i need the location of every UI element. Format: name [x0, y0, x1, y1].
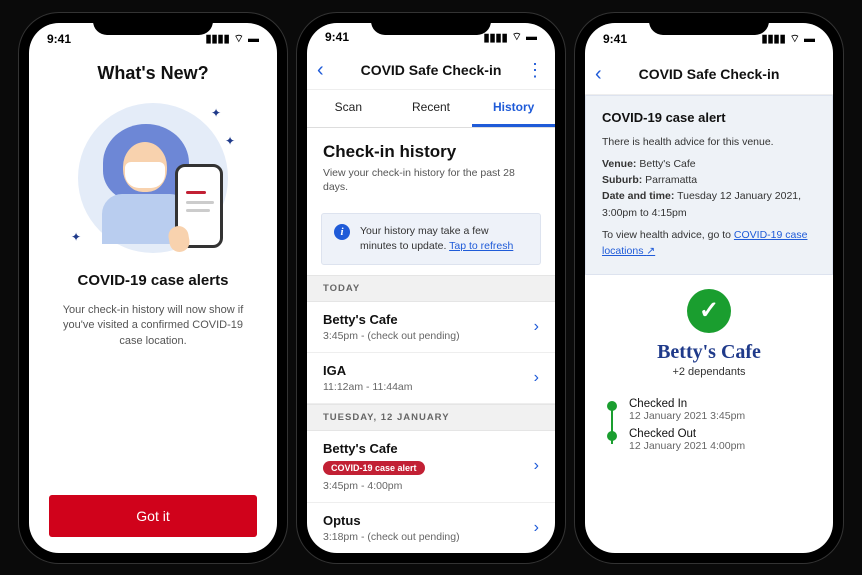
checkout-time: 12 January 2021 4:00pm: [629, 440, 745, 452]
back-button[interactable]: ‹: [317, 59, 324, 82]
star-icon: ✦: [225, 134, 235, 148]
history-subheading: View your check-in history for the past …: [323, 166, 539, 195]
history-header: Check-in history View your check-in hist…: [307, 128, 555, 203]
status-time: 9:41: [603, 32, 627, 46]
star-icon: ✦: [71, 230, 81, 244]
signal-icon: ▮▮▮▮: [205, 32, 229, 45]
alert-suburb: Parramatta: [645, 174, 697, 186]
battery-icon: ▬: [248, 33, 259, 45]
info-icon: i: [334, 224, 350, 240]
external-link-icon: ↗: [646, 245, 655, 257]
venue-name: Betty's Cafe: [323, 441, 425, 456]
wifi-icon: ⌔: [512, 30, 522, 44]
venue-time: 3:45pm - (check out pending): [323, 330, 460, 342]
alert-intro: There is health advice for this venue.: [602, 134, 816, 150]
history-row[interactable]: Optus 3:18pm - (check out pending) ›: [307, 503, 555, 553]
history-heading: Check-in history: [323, 142, 539, 162]
status-indicators: ▮▮▮▮ ⌔ ▬: [761, 32, 815, 46]
alert-venue: Betty's Cafe: [639, 158, 695, 170]
tab-bar: Scan Recent History: [307, 90, 555, 128]
illustration-person-mask-phone: ✦ ✦ ✦: [73, 98, 233, 258]
history-row-alert[interactable]: Betty's Cafe COVID-19 case alert 3:45pm …: [307, 431, 555, 503]
case-alert-panel: COVID-19 case alert There is health advi…: [585, 95, 833, 275]
wifi-icon: ⌔: [790, 32, 800, 46]
more-menu-icon[interactable]: ⋮: [526, 60, 543, 81]
chevron-right-icon: ›: [534, 457, 539, 475]
description: Your check-in history will now show if y…: [49, 303, 257, 351]
notch: [649, 13, 769, 35]
tab-scan[interactable]: Scan: [307, 90, 390, 127]
refresh-link[interactable]: Tap to refresh: [449, 240, 513, 252]
timeline-dot-icon: [607, 401, 617, 411]
nav-bar: ‹ COVID Safe Check-in ⋮: [307, 52, 555, 90]
battery-icon: ▬: [804, 33, 815, 45]
chevron-right-icon: ›: [534, 318, 539, 336]
signal-icon: ▮▮▮▮: [761, 32, 785, 45]
page-title: What's New?: [97, 63, 208, 84]
back-button[interactable]: ‹: [595, 63, 602, 86]
case-alert-badge: COVID-19 case alert: [323, 461, 425, 475]
phone-case-alert: 9:41 ▮▮▮▮ ⌔ ▬ ‹ COVID Safe Check-in COVI…: [575, 13, 843, 563]
phone-whats-new: 9:41 ▮▮▮▮ ⌔ ▬ What's New? ✦ ✦ ✦: [19, 13, 287, 563]
checkin-label: Checked In: [629, 398, 745, 410]
section-header: TUESDAY, 12 JANUARY: [307, 404, 555, 431]
checked-venue-name: Betty's Cafe: [657, 341, 761, 364]
status-time: 9:41: [325, 30, 349, 44]
info-text: Your history may take a few minutes to u…: [360, 224, 528, 253]
tab-history[interactable]: History: [472, 90, 555, 127]
venue-name: IGA: [323, 363, 413, 378]
checkin-time: 12 January 2021 3:45pm: [629, 410, 745, 422]
battery-icon: ▬: [526, 31, 537, 43]
chevron-right-icon: ›: [534, 369, 539, 387]
venue-time: 3:45pm - 4:00pm: [323, 480, 425, 492]
nav-title: COVID Safe Check-in: [639, 66, 780, 82]
section-header: TODAY: [307, 275, 555, 302]
alert-heading: COVID-19 case alert: [602, 108, 816, 128]
status-indicators: ▮▮▮▮ ⌔ ▬: [483, 30, 537, 44]
star-icon: ✦: [211, 106, 221, 120]
dependants-count: +2 dependants: [672, 366, 745, 378]
wifi-icon: ⌔: [234, 32, 244, 46]
venue-name: Optus: [323, 513, 460, 528]
signal-icon: ▮▮▮▮: [483, 31, 507, 44]
nav-bar: ‹ COVID Safe Check-in: [585, 55, 833, 95]
got-it-button[interactable]: Got it: [49, 495, 257, 537]
subtitle: COVID-19 case alerts: [78, 272, 229, 289]
venue-name: Betty's Cafe: [323, 312, 460, 327]
checkmark-icon: ✓: [687, 289, 731, 333]
phone-history: 9:41 ▮▮▮▮ ⌔ ▬ ‹ COVID Safe Check-in ⋮ Sc…: [297, 13, 565, 563]
venue-time: 11:12am - 11:44am: [323, 381, 413, 393]
history-row[interactable]: Betty's Cafe 3:45pm - (check out pending…: [307, 302, 555, 353]
info-banner[interactable]: i Your history may take a few minutes to…: [321, 213, 541, 264]
notch: [93, 13, 213, 35]
history-row[interactable]: IGA 11:12am - 11:44am ›: [307, 353, 555, 404]
tab-recent[interactable]: Recent: [390, 90, 473, 127]
notch: [371, 13, 491, 35]
status-indicators: ▮▮▮▮ ⌔ ▬: [205, 32, 259, 46]
nav-title: COVID Safe Check-in: [361, 62, 502, 78]
chevron-right-icon: ›: [534, 519, 539, 537]
check-timeline: Checked In 12 January 2021 3:45pm Checke…: [601, 398, 817, 458]
venue-time: 3:18pm - (check out pending): [323, 531, 460, 543]
checkout-label: Checked Out: [629, 428, 745, 440]
status-time: 9:41: [47, 32, 71, 46]
timeline-dot-icon: [607, 431, 617, 441]
